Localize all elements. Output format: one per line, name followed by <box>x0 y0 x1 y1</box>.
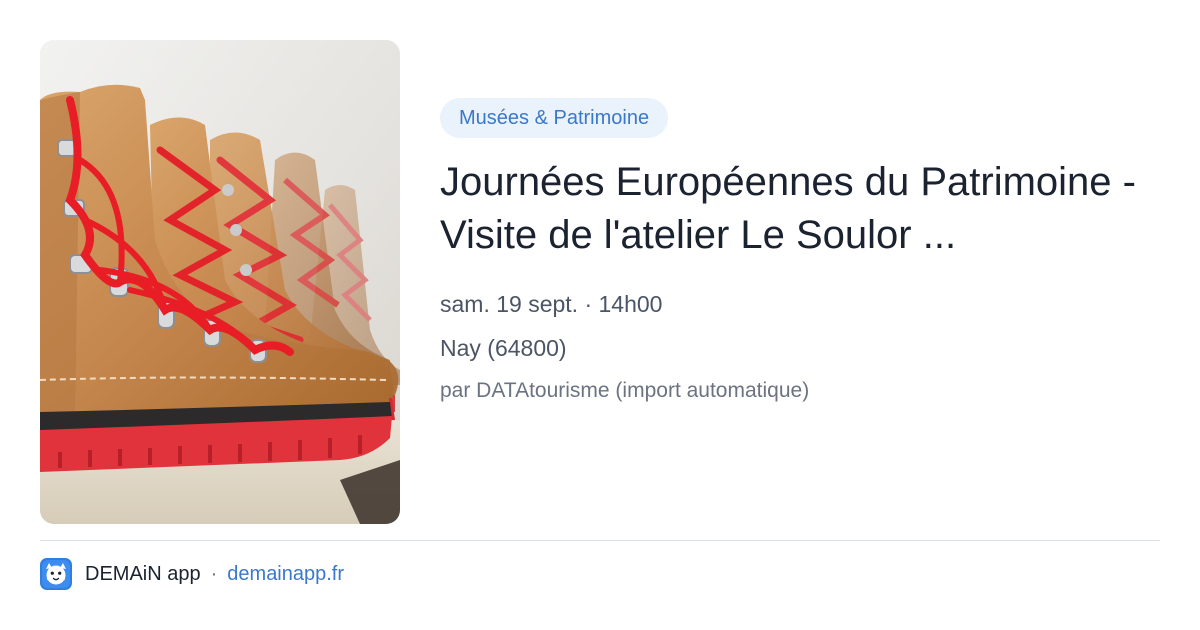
event-source: par DATAtourisme (import automatique) <box>440 379 810 402</box>
app-name: DEMAiN app <box>85 562 201 585</box>
event-datetime: sam. 19 sept. · 14h00 <box>440 291 663 317</box>
category-chip[interactable]: Musées & Patrimoine <box>440 98 669 138</box>
app-url-link[interactable]: demainapp.fr <box>227 563 344 586</box>
footer-divider <box>40 540 1160 541</box>
event-card[interactable]: Musées & Patrimoine Journées Européennes… <box>0 0 1200 630</box>
event-meta: sam. 19 sept. · 14h00 Nay (64800) par DA… <box>440 282 1160 412</box>
event-location: Nay (64800) <box>440 335 567 361</box>
event-title[interactable]: Journées Européennes du Patrimoine - Vis… <box>440 156 1140 262</box>
event-image[interactable] <box>40 40 400 524</box>
demain-app-logo-icon <box>40 558 72 590</box>
footer: DEMAiN app · demainapp.fr <box>40 557 344 591</box>
hiking-boots-photo-icon <box>40 40 400 524</box>
footer-separator: · <box>210 562 218 585</box>
event-info: Musées & Patrimoine Journées Européennes… <box>440 98 1160 412</box>
